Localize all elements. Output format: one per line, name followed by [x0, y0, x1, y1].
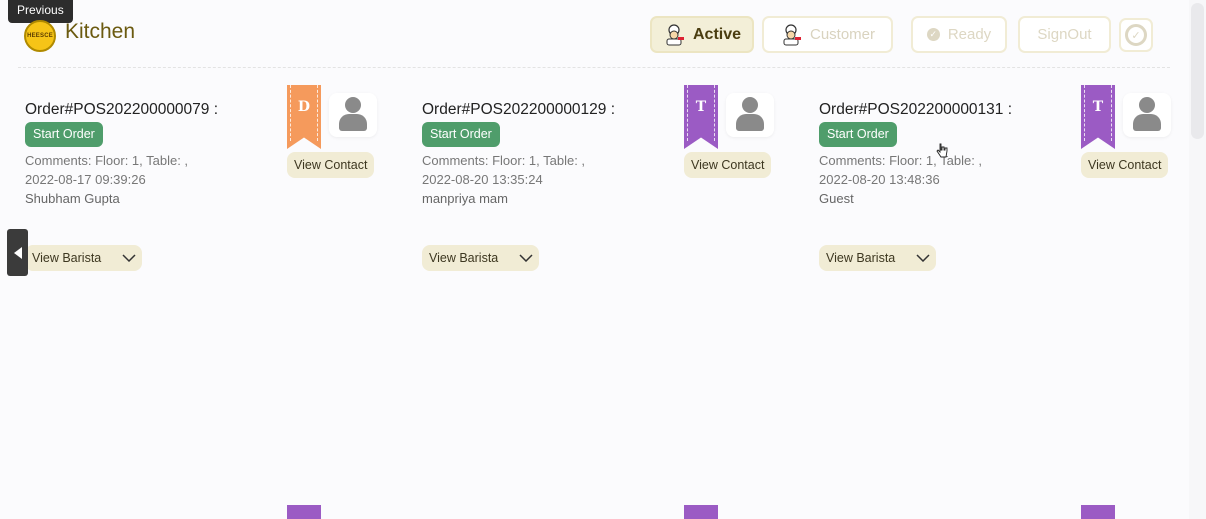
tab-customer-label: Customer — [809, 26, 876, 43]
view-barista-label: View Barista — [429, 251, 499, 265]
signout-label: SignOut — [1037, 26, 1092, 43]
view-contact-button[interactable]: View Contact — [1081, 152, 1169, 178]
previous-page-button[interactable] — [7, 229, 28, 276]
chevron-down-icon — [122, 254, 136, 262]
order-comments: Comments: Floor: 1, Table: , — [25, 153, 189, 168]
chevron-down-icon — [519, 254, 533, 262]
user-avatar-icon — [329, 93, 377, 137]
hand-cursor-icon — [936, 143, 948, 158]
order-type-ribbon: D — [287, 85, 321, 149]
order-number: Order#POS202200000129 : — [422, 101, 616, 118]
order-type-ribbon: T — [684, 85, 718, 149]
view-contact-button[interactable]: View Contact — [287, 152, 375, 178]
order-datetime: 2022-08-20 13:48:36 — [819, 172, 940, 187]
tab-active-label: Active — [692, 25, 742, 43]
view-barista-dropdown[interactable]: View Barista — [819, 245, 936, 271]
order-number: Order#POS202200000131 : — [819, 101, 1013, 118]
start-order-button[interactable]: Start Order — [819, 122, 897, 147]
order-datetime: 2022-08-20 13:35:24 — [422, 172, 543, 187]
start-order-button[interactable]: Start Order — [25, 122, 103, 147]
order-card: Order#POS202200000131 : Start Order Comm… — [819, 85, 1179, 285]
ready-button[interactable]: ✓ Ready — [911, 16, 1007, 53]
view-barista-dropdown[interactable]: View Barista — [25, 245, 142, 271]
refresh-button[interactable]: ✓ — [1119, 18, 1153, 52]
arrow-left-icon — [13, 246, 22, 259]
user-avatar-icon — [726, 93, 774, 137]
tab-active[interactable]: Active — [650, 16, 754, 53]
view-barista-label: View Barista — [826, 251, 896, 265]
check-icon: ✓ — [926, 28, 940, 41]
page-title: Kitchen — [65, 20, 136, 43]
order-type-ribbon — [287, 505, 321, 519]
order-number: Order#POS202200000079 : — [25, 101, 219, 118]
view-barista-dropdown[interactable]: View Barista — [422, 245, 539, 271]
view-contact-button[interactable]: View Contact — [684, 152, 772, 178]
order-type-ribbon — [684, 505, 718, 519]
order-card: Order#POS202200000079 : Start Order Comm… — [25, 85, 385, 285]
chef-icon — [666, 23, 684, 45]
brand-logo: HEESCE — [24, 20, 56, 52]
order-comments: Comments: Floor: 1, Table: , — [819, 153, 983, 168]
scrollbar-thumb[interactable] — [1191, 3, 1204, 139]
tab-customer[interactable]: Customer — [762, 16, 893, 53]
order-type-ribbon: T — [1081, 85, 1115, 149]
header: HEESCE Kitchen Active Customer ✓ Ready S… — [18, 0, 1170, 68]
chef-icon — [783, 23, 801, 45]
refresh-icon: ✓ — [1125, 24, 1147, 46]
user-avatar-icon — [1123, 93, 1171, 137]
signout-button[interactable]: SignOut — [1018, 16, 1111, 53]
view-barista-label: View Barista — [32, 251, 102, 265]
start-order-button[interactable]: Start Order — [422, 122, 500, 147]
chevron-down-icon — [916, 254, 930, 262]
order-customer: manpriya mam — [422, 191, 508, 206]
order-card: Order#POS202200000129 : Start Order Comm… — [422, 85, 782, 285]
ready-label: Ready — [947, 26, 992, 43]
order-type-ribbon — [1081, 505, 1115, 519]
order-comments: Comments: Floor: 1, Table: , — [422, 153, 586, 168]
order-customer: Shubham Gupta — [25, 191, 120, 206]
order-datetime: 2022-08-17 09:39:26 — [25, 172, 146, 187]
order-customer: Guest — [819, 191, 854, 206]
